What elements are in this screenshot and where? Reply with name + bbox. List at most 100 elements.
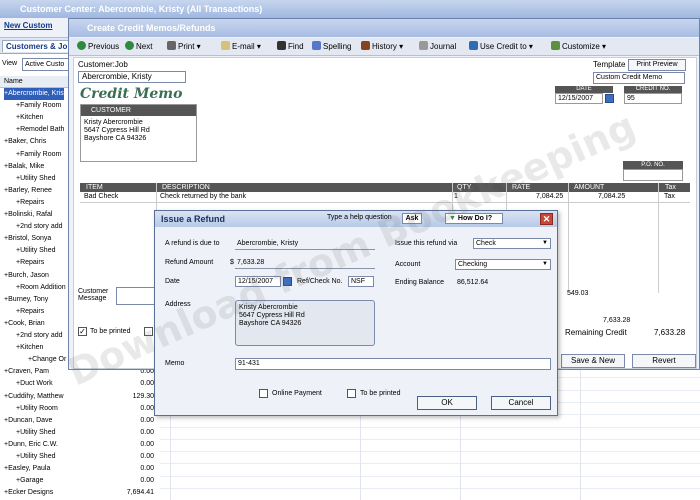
customer-name: +Utility Shed: [16, 174, 56, 182]
account-select[interactable]: Checking ▼: [455, 259, 551, 270]
customer-name: +Change Or: [28, 356, 67, 364]
underline: [235, 249, 375, 250]
new-customer-button[interactable]: New Custom: [4, 21, 52, 30]
customer-name: +Utility Shed: [16, 428, 56, 436]
credit-no-header: CREDIT NO.: [624, 86, 682, 93]
journal-button[interactable]: Journal: [419, 41, 456, 51]
list-item[interactable]: +Easley, Paula 0.00: [0, 463, 160, 475]
customer-name: +Repairs: [16, 307, 45, 315]
refund-date-input[interactable]: 12/15/2007: [235, 276, 281, 287]
previous-button[interactable]: Previous: [77, 41, 119, 51]
spelling-button[interactable]: Spelling: [312, 41, 351, 51]
grid-line: [160, 488, 700, 489]
list-item[interactable]: +Utility Room 0.00: [0, 403, 160, 415]
amount-cell: 7,084.25: [598, 193, 626, 200]
next-arrow-icon: [125, 41, 134, 50]
po-input[interactable]: [623, 169, 683, 181]
customer-name: +Duct Work: [16, 380, 53, 388]
customer-name: +Dunn, Eric C.W.: [4, 440, 58, 448]
refund-amount-label: Refund Amount: [165, 259, 214, 266]
customer-name: +Craven, Pam: [4, 368, 49, 376]
template-select[interactable]: Custom Credit Memo: [593, 72, 685, 84]
customer-job-select[interactable]: Abercrombie, Kristy: [78, 71, 186, 83]
list-item[interactable]: +Duct Work 0.00: [0, 378, 160, 390]
column-qty: QTY: [457, 184, 472, 191]
list-item[interactable]: +Utility Shed 0.00: [0, 451, 160, 463]
table-row[interactable]: Bad Check Check returned by the bank 1 7…: [80, 192, 690, 203]
customer-balance: 7,694.41: [126, 489, 154, 497]
save-new-button[interactable]: Save & New: [561, 354, 625, 368]
to-be-printed-checkbox[interactable]: ✓: [78, 327, 87, 336]
date-header: DATE: [555, 86, 613, 93]
history-button[interactable]: History ▾: [361, 41, 403, 51]
tab-customers-jobs[interactable]: Customers & Jo: [2, 40, 72, 52]
list-item[interactable]: +Utility Shed 0.00: [0, 427, 160, 439]
template-label: Template: [593, 60, 626, 69]
close-icon[interactable]: ✕: [540, 213, 553, 225]
cancel-button[interactable]: Cancel: [491, 396, 551, 410]
column-divider: [568, 183, 569, 293]
use-credit-button[interactable]: Use Credit to ▾: [469, 41, 533, 51]
print-preview-button[interactable]: Print Preview: [628, 59, 686, 71]
tax-cell: Tax: [664, 193, 675, 200]
refund-dialog-title: Issue a Refund: [161, 214, 226, 224]
item-cell: Bad Check: [84, 193, 119, 200]
refund-address-box[interactable]: Kristy Abercrombie 5647 Cypress Hill Rd …: [235, 300, 375, 346]
customer-center-title: Customer Center: Abercrombie, Kristy (Al…: [0, 0, 700, 18]
to-be-printed-checkbox[interactable]: [347, 389, 356, 398]
items-table-header: ITEM DESCRIPTION QTY RATE AMOUNT Tax: [80, 183, 690, 192]
customer-name: +Repairs: [16, 259, 45, 267]
column-tax: Tax: [665, 184, 676, 191]
credit-no-input[interactable]: 95: [624, 93, 682, 104]
calendar-icon[interactable]: [283, 277, 292, 286]
total-value: 7,633.28: [603, 317, 631, 324]
envelope-icon: [221, 41, 230, 50]
customer-name: +Burney, Tony: [4, 295, 49, 303]
ok-button[interactable]: OK: [417, 396, 477, 410]
customer-balance: 0.00: [140, 404, 154, 412]
revert-button[interactable]: Revert: [632, 354, 696, 368]
refund-due-to-value: Abercrombie, Kristy: [237, 240, 299, 247]
how-do-i-button[interactable]: ▼ How Do I?: [445, 213, 503, 224]
customer-name: +Barley, Renee: [4, 186, 52, 194]
customer-name: +Balak, Mike: [4, 162, 45, 170]
customer-name: +Ecker Designs: [4, 489, 54, 497]
credit-memo-toolbar: Previous Next Print ▾ E-mail ▾ Find Spel…: [69, 38, 699, 56]
customer-balance: 0.00: [140, 380, 154, 388]
column-rate: RATE: [512, 184, 531, 191]
customer-name: +Remodel Bath: [16, 126, 65, 134]
customer-address-box[interactable]: CUSTOMER Kristy Abercrombie 5647 Cypress…: [80, 104, 197, 162]
issue-via-select[interactable]: Check ▼: [473, 238, 551, 249]
journal-icon: [419, 41, 428, 50]
name-column-header[interactable]: Name: [4, 78, 23, 85]
ask-button[interactable]: Ask: [402, 213, 422, 224]
to-be-emailed-checkbox[interactable]: [144, 327, 153, 336]
list-item[interactable]: +Dunn, Eric C.W. 0.00: [0, 439, 160, 451]
list-item[interactable]: +Garage 0.00: [0, 475, 160, 487]
refund-amount-input[interactable]: 7,633.28: [237, 259, 264, 266]
qty-cell: 1: [454, 193, 458, 200]
print-button[interactable]: Print ▾: [167, 41, 201, 51]
customize-button[interactable]: Customize ▾: [551, 41, 606, 51]
customer-name: +Bolinski, Rafal: [4, 211, 53, 218]
chevron-down-icon: ▼: [542, 261, 548, 267]
date-input[interactable]: 12/15/2007: [555, 93, 603, 104]
list-item[interactable]: +Duncan, Dave 0.00: [0, 415, 160, 427]
online-payment-checkbox[interactable]: [259, 389, 268, 398]
memo-input[interactable]: 91-431: [235, 358, 551, 370]
list-item[interactable]: +Ecker Designs 7,694.41: [0, 487, 160, 499]
find-button[interactable]: Find: [277, 41, 304, 51]
ref-check-input[interactable]: NSF: [348, 276, 374, 287]
customer-balance: 0.00: [140, 477, 154, 485]
next-button[interactable]: Next: [125, 41, 152, 51]
grid-column: [580, 365, 581, 500]
email-button[interactable]: E-mail ▾: [221, 41, 261, 51]
issue-refund-dialog: Issue a Refund Type a help question Ask …: [154, 210, 558, 416]
form-title: Credit Memo: [80, 86, 183, 102]
rate-cell: 7,084.25: [536, 193, 564, 200]
customer-balance: 0.00: [140, 465, 154, 473]
list-item[interactable]: +Cuddihy, Matthew 129.30: [0, 391, 160, 403]
calendar-icon[interactable]: [605, 94, 614, 103]
previous-arrow-icon: [77, 41, 86, 50]
customer-balance: 0.00: [140, 416, 154, 424]
